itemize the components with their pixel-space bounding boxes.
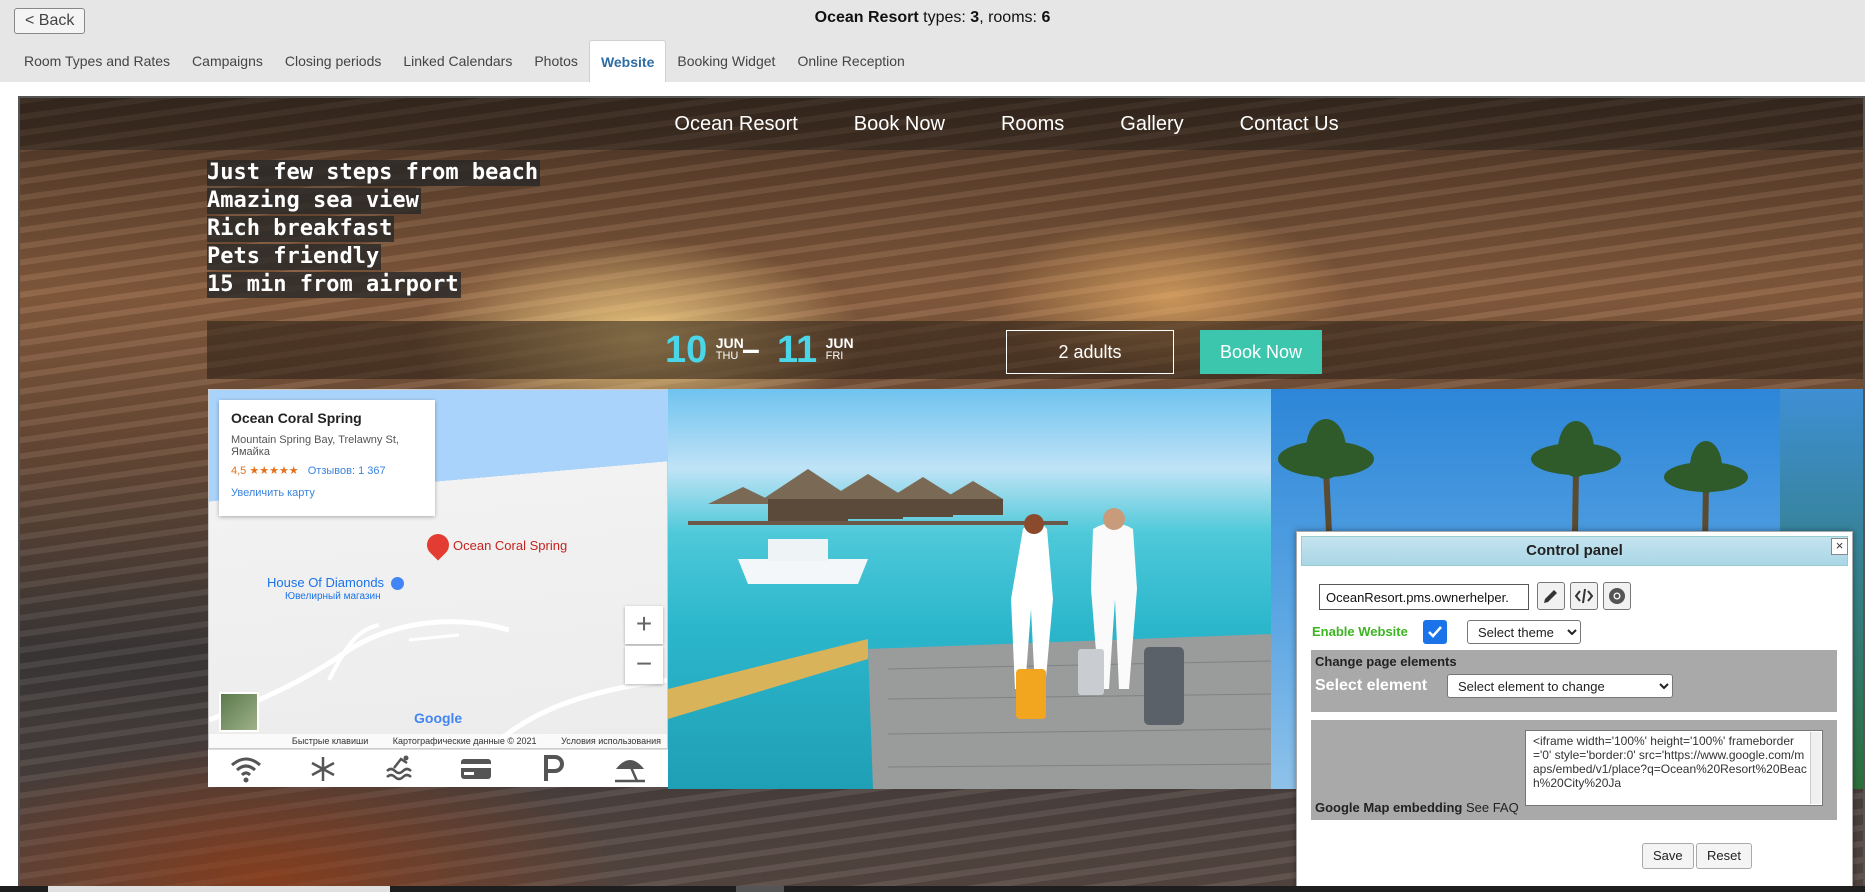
checkout-day: 11 (777, 329, 818, 371)
tab-closing-periods[interactable]: Closing periods (274, 40, 393, 82)
control-panel-title: Control panel (1301, 536, 1848, 566)
map-terms-link[interactable]: Условия использования (561, 736, 661, 746)
site-nav-book-now[interactable]: Book Now (854, 98, 945, 150)
map-zoom-out-button[interactable]: − (625, 646, 663, 684)
map-embed-code: <iframe width='100%' height='100%' frame… (1533, 734, 1807, 790)
hero-features: Just few steps from beach Amazing sea vi… (207, 160, 541, 300)
booking-bar: 10 JUN THU – 11 JUN FRI 2 adults Book No… (207, 321, 1863, 379)
tab-linked-calendars[interactable]: Linked Calendars (392, 40, 523, 82)
map-poi-category: Ювелирный магазин (285, 591, 381, 603)
property-summary: Ocean Resort types: 3, rooms: 6 (0, 9, 1865, 27)
guests-selector[interactable]: 2 adults (1006, 330, 1174, 374)
enable-website-checkbox[interactable] (1423, 620, 1447, 644)
google-map-embedding-group: Google Map embedding See FAQ <iframe wid… (1311, 720, 1837, 820)
tab-booking-widget[interactable]: Booking Widget (666, 40, 786, 82)
website-url-input[interactable] (1319, 584, 1529, 610)
map-reviews-link[interactable]: Отзывов: 1 367 (308, 465, 386, 477)
reset-button[interactable]: Reset (1696, 843, 1752, 869)
types-count: 3 (970, 9, 980, 26)
site-nav-ocean-resort[interactable]: Ocean Resort (674, 98, 797, 150)
shopping-bag-icon (390, 577, 404, 591)
map-satellite-toggle[interactable] (219, 692, 259, 732)
map-pin-label: Ocean Coral Spring (453, 538, 568, 553)
map-poi-name: House Of Diamonds (267, 575, 385, 590)
strip-segment (736, 886, 784, 892)
code-icon[interactable] (1570, 582, 1598, 610)
change-page-elements-group: Change page elements Select element Sele… (1311, 650, 1837, 712)
tab-photos[interactable]: Photos (523, 40, 589, 82)
book-now-button[interactable]: Book Now (1200, 330, 1322, 374)
google-logo: Google (414, 710, 463, 726)
property-name: Ocean Resort (814, 9, 919, 26)
tab-room-types-and-rates[interactable]: Room Types and Rates (13, 40, 181, 82)
checkout-month: JUN (825, 335, 854, 351)
bottom-strip (0, 886, 1865, 892)
rooms-label: , rooms: (979, 9, 1037, 26)
hero-line: Pets friendly (207, 244, 382, 270)
checkin-weekday: THU (715, 350, 739, 362)
amenities-bar (208, 749, 668, 787)
hero-line: Rich breakfast (207, 216, 395, 242)
map-stars: ★★★★★ (249, 465, 299, 477)
map-enlarge-link[interactable]: Увеличить карту (231, 487, 423, 499)
chrome-icon[interactable] (1603, 582, 1631, 610)
strip-segment (48, 886, 390, 892)
textarea-scrollbar[interactable] (1810, 732, 1821, 804)
map-data-credit: Картографические данные © 2021 (392, 736, 537, 746)
admin-header: < Back Ocean Resort types: 3, rooms: 6 R… (0, 0, 1865, 82)
resort-photo-illustration (668, 469, 1271, 789)
control-panel: Control panel × Enable Website Select th… (1296, 531, 1853, 892)
select-element-label: Select element (1315, 677, 1428, 694)
tab-website[interactable]: Website (588, 40, 667, 82)
checkin-day: 10 (665, 329, 708, 371)
hero-line: 15 min from airport (207, 272, 461, 298)
map-place-card: Ocean Coral Spring Mountain Spring Bay, … (219, 400, 435, 516)
snowflake-icon (306, 755, 340, 783)
checkin-date[interactable]: 10 JUN THU (665, 330, 744, 370)
site-nav: Ocean Resort Book Now Rooms Gallery Cont… (20, 98, 1863, 150)
checkin-month: JUN (715, 335, 744, 351)
map-address: Mountain Spring Bay, Trelawny St, Ямайка (231, 434, 399, 458)
rooms-count: 6 (1041, 9, 1051, 26)
site-nav-gallery[interactable]: Gallery (1120, 98, 1183, 150)
map-place-name: Ocean Coral Spring (231, 410, 362, 426)
google-map-embedding-title: Google Map embedding (1315, 800, 1463, 815)
edit-icon[interactable] (1537, 582, 1565, 610)
gallery-photo-resort[interactable] (668, 389, 1271, 789)
settings-tabs: Room Types and Rates Campaigns Closing p… (13, 40, 916, 82)
map-footer: Быстрые клавиши Картографические данные … (209, 734, 667, 748)
checkout-weekday: FRI (825, 350, 844, 362)
tab-campaigns[interactable]: Campaigns (181, 40, 274, 82)
site-nav-rooms[interactable]: Rooms (1001, 98, 1064, 150)
map-poi[interactable]: House Of Diamonds Ювелирный магазин (267, 576, 404, 603)
see-faq-link[interactable]: See FAQ (1466, 800, 1519, 815)
google-map[interactable]: Ocean Coral Spring Mountain Spring Bay, … (208, 389, 668, 749)
google-map-embedding-label: Google Map embedding See FAQ (1315, 800, 1519, 815)
date-separator: – (742, 331, 760, 367)
hero-line: Just few steps from beach (207, 160, 541, 186)
wifi-icon (229, 755, 263, 783)
map-zoom-in-button[interactable]: + (625, 606, 663, 644)
hero-line: Amazing sea view (207, 188, 421, 214)
theme-select[interactable]: Select theme (1467, 620, 1581, 644)
map-shortcuts-link[interactable]: Быстрые клавиши (292, 736, 368, 746)
change-page-elements-title: Change page elements (1315, 654, 1457, 669)
parking-icon (536, 754, 570, 783)
types-label: types: (923, 9, 966, 26)
beach-umbrella-icon (613, 755, 647, 783)
credit-card-icon (459, 755, 493, 783)
enable-website-label: Enable Website (1312, 624, 1408, 639)
site-nav-contact-us[interactable]: Contact Us (1240, 98, 1339, 150)
close-icon[interactable]: × (1831, 538, 1848, 555)
map-rating: 4,5 (231, 465, 247, 477)
tab-online-reception[interactable]: Online Reception (786, 40, 915, 82)
save-button[interactable]: Save (1642, 843, 1694, 869)
map-embed-code-textarea[interactable]: <iframe width='100%' height='100%' frame… (1525, 730, 1823, 806)
checkout-date[interactable]: 11 JUN FRI (777, 330, 854, 370)
pool-icon (383, 755, 417, 783)
checkmark-icon (1428, 626, 1442, 638)
element-select[interactable]: Select element to change (1447, 674, 1673, 698)
